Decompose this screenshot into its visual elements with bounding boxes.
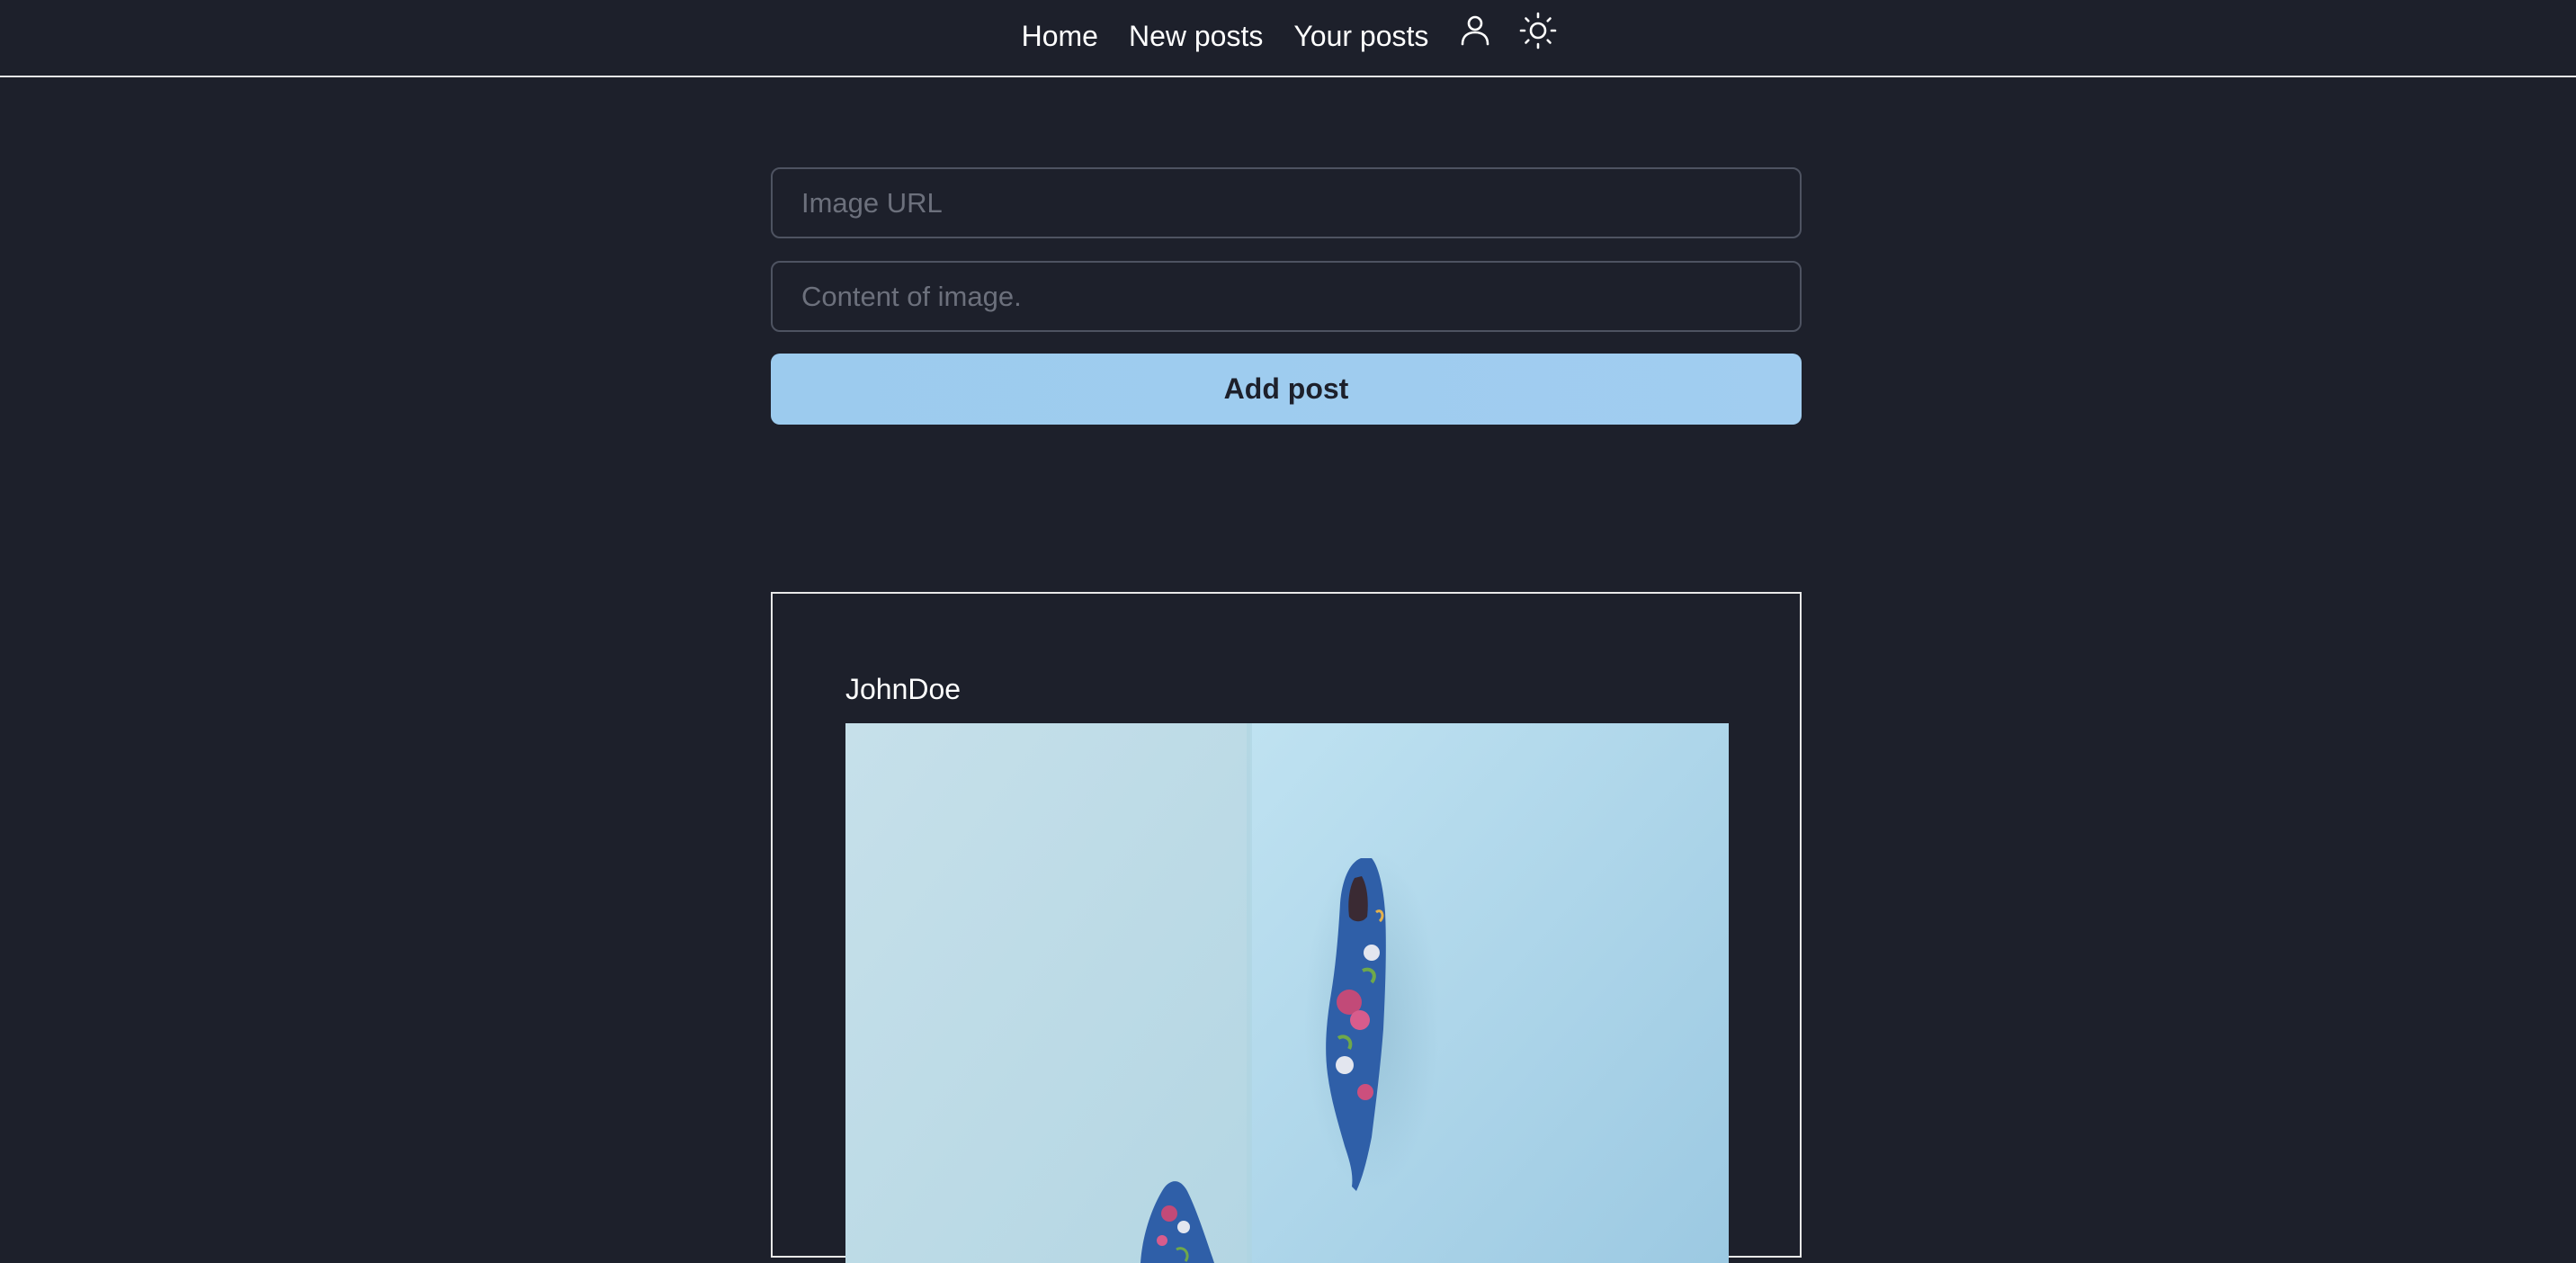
nav-links: Home New posts Your posts — [0, 0, 2576, 72]
image-url-input[interactable] — [771, 167, 1802, 238]
navbar: Home New posts Your posts — [0, 0, 2576, 77]
sun-icon[interactable] — [1513, 5, 1563, 56]
nav-link-your-posts[interactable]: Your posts — [1278, 0, 1444, 72]
post-author: JohnDoe — [845, 673, 962, 705]
image-content-input[interactable] — [771, 261, 1802, 332]
nav-link-home[interactable]: Home — [1006, 0, 1114, 72]
add-post-button[interactable]: Add post — [771, 354, 1802, 425]
new-post-form: Add post — [771, 167, 1802, 425]
post-image — [845, 723, 1729, 1263]
post-card: JohnDoe — [771, 592, 1802, 1263]
nav-link-new-posts[interactable]: New posts — [1114, 0, 1278, 72]
user-icon[interactable] — [1450, 5, 1500, 56]
